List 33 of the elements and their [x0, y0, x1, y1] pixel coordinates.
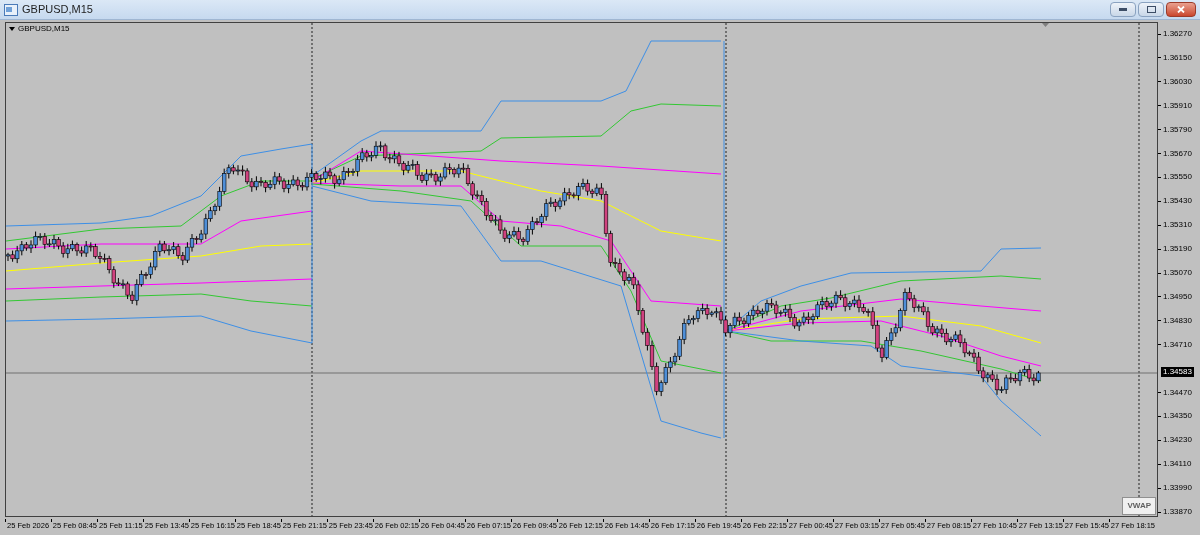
- price-label: 1.33870: [1163, 507, 1192, 517]
- price-label: 1.34830: [1163, 315, 1192, 326]
- shift-marker-icon: [1042, 23, 1049, 27]
- price-label: 1.35430: [1163, 196, 1192, 207]
- dropdown-triangle-icon[interactable]: [9, 27, 15, 31]
- minimize-button[interactable]: [1110, 2, 1136, 17]
- window-icon: [4, 3, 18, 16]
- price-label: 1.36030: [1163, 76, 1192, 87]
- price-label: 1.34350: [1163, 411, 1192, 422]
- price-label: 1.34710: [1163, 339, 1192, 350]
- close-icon: [1177, 6, 1185, 13]
- restore-icon: [1146, 6, 1156, 13]
- maximize-button[interactable]: [1138, 2, 1164, 17]
- window-title: GBPUSD,M15: [22, 2, 93, 18]
- price-label: 1.34470: [1163, 387, 1192, 398]
- close-button[interactable]: [1166, 2, 1196, 17]
- price-label: 1.33990: [1163, 483, 1192, 494]
- chart-symbol-label: GBPUSD,M15: [18, 25, 70, 33]
- price-label: 1.35550: [1163, 172, 1192, 183]
- price-label: 1.36270: [1163, 29, 1192, 39]
- price-label: 1.35910: [1163, 100, 1192, 111]
- minimize-icon: [1119, 8, 1127, 11]
- current-price-label: 1.34583: [1161, 367, 1194, 377]
- price-label: 1.34230: [1163, 435, 1192, 446]
- price-label: 1.34950: [1163, 291, 1192, 302]
- price-label: 1.35190: [1163, 244, 1192, 255]
- price-label: 1.35670: [1163, 148, 1192, 159]
- price-label: 1.35310: [1163, 220, 1192, 231]
- price-label: 1.36150: [1163, 52, 1192, 63]
- price-label: 1.35070: [1163, 268, 1192, 278]
- vwap-button[interactable]: VWAP: [1122, 497, 1156, 515]
- price-label: 1.34110: [1163, 459, 1192, 470]
- price-label: 1.35790: [1163, 124, 1192, 135]
